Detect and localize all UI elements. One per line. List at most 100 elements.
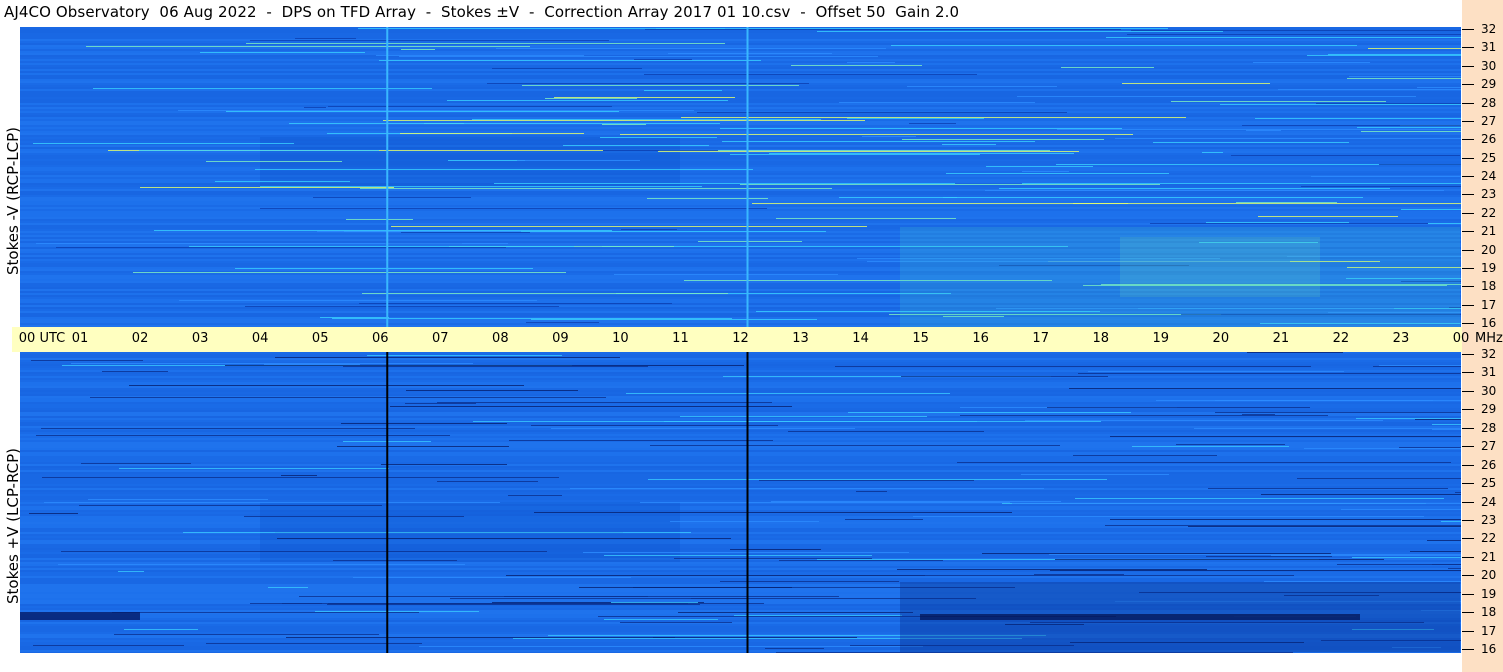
freq-tick [1462, 102, 1474, 104]
freq-tick [1462, 519, 1474, 521]
freq-label: 17 [1481, 623, 1497, 638]
freq-label: 24 [1481, 169, 1497, 183]
time-label: 16 [972, 331, 989, 346]
time-label: 12 [732, 331, 749, 346]
freq-label: 26 [1481, 132, 1497, 147]
freq-tick [1462, 464, 1474, 466]
freq-label: 22 [1481, 205, 1497, 220]
freq-tick [1462, 249, 1474, 251]
time-label: 14 [852, 331, 869, 346]
freq-label: 30 [1481, 58, 1497, 73]
freq-tick [1462, 194, 1474, 196]
freq-tick [1462, 286, 1474, 288]
freq-label: 31 [1481, 365, 1497, 380]
freq-label: 29 [1481, 402, 1497, 417]
freq-tick [1462, 390, 1474, 392]
time-label: 19 [1152, 331, 1170, 346]
freq-label: 21 [1481, 549, 1497, 564]
time-label: 08 [492, 331, 509, 346]
freq-tick [1462, 267, 1474, 269]
freq-tick [1462, 47, 1474, 49]
freq-label: 18 [1481, 279, 1497, 294]
window-title: AJ4CO Observatory 06 Aug 2022 - DPS on T… [4, 3, 960, 21]
mhz-unit-label: MHz [1475, 331, 1503, 346]
freq-tick [1462, 139, 1474, 141]
freq-label: 30 [1481, 383, 1497, 398]
freq-tick [1462, 630, 1474, 632]
time-label: 11 [672, 331, 689, 346]
freq-label: 26 [1481, 457, 1497, 472]
freq-tick [1462, 372, 1474, 374]
freq-tick [1462, 446, 1474, 448]
freq-label: 16 [1481, 642, 1497, 656]
freq-tick [1462, 29, 1474, 30]
freq-tick [1462, 612, 1474, 614]
freq-label: 21 [1481, 224, 1497, 239]
spectrogram-top-stokes-minus-v [20, 27, 1461, 327]
freq-label: 20 [1481, 568, 1497, 583]
freq-label: 17 [1481, 297, 1497, 312]
freq-label: 25 [1481, 150, 1497, 165]
freq-label: 29 [1481, 77, 1497, 92]
freq-tick [1462, 212, 1474, 214]
time-label: 18 [1092, 331, 1110, 346]
freq-label: 16 [1481, 316, 1497, 330]
freq-tick [1462, 323, 1474, 324]
freq-label: 27 [1481, 439, 1497, 454]
freq-tick [1462, 157, 1474, 159]
time-label-start: 00 UTC [18, 331, 66, 346]
freq-label: 23 [1481, 512, 1497, 527]
freq-tick [1462, 409, 1474, 411]
time-label: 22 [1332, 331, 1350, 346]
freq-tick [1462, 354, 1474, 355]
freq-tick [1462, 483, 1474, 485]
freq-label: 27 [1481, 113, 1497, 128]
freq-label: 23 [1481, 187, 1497, 202]
freq-tick [1462, 427, 1474, 429]
freq-tick [1462, 231, 1474, 233]
freq-tick [1462, 65, 1474, 67]
freq-label: 19 [1481, 586, 1497, 601]
freq-tick [1462, 593, 1474, 595]
spectrogram-top-image [20, 27, 1461, 327]
time-label: 20 [1212, 331, 1230, 346]
freq-label: 18 [1481, 605, 1497, 620]
freq-label: 31 [1481, 40, 1497, 55]
freq-label: 24 [1481, 494, 1497, 509]
freq-label: 25 [1481, 476, 1497, 491]
freq-label: 28 [1481, 95, 1497, 110]
top-panel-ylabel: Stokes -V (RCP-LCP) [4, 127, 22, 275]
freq-tick [1462, 84, 1474, 86]
freq-label: 32 [1481, 22, 1497, 36]
spectrogram-bottom-image [20, 352, 1461, 653]
time-label-end: 00 [1452, 331, 1470, 346]
freq-tick [1462, 538, 1474, 540]
time-label: 02 [131, 331, 149, 346]
spectrogram-bottom-stokes-plus-v [20, 352, 1461, 653]
freq-label: 22 [1481, 531, 1497, 546]
freq-tick [1462, 176, 1474, 177]
time-label: 07 [432, 331, 449, 346]
time-label: 09 [552, 331, 569, 346]
freq-tick [1462, 575, 1474, 577]
time-label: 21 [1272, 331, 1290, 346]
time-label: 10 [612, 331, 629, 346]
freq-tick [1462, 649, 1474, 650]
time-label: 13 [792, 331, 809, 346]
time-label: 04 [251, 331, 269, 346]
time-label: 17 [1032, 331, 1049, 346]
freq-label: 28 [1481, 420, 1497, 435]
freq-label: 20 [1481, 242, 1497, 257]
time-label: 03 [191, 331, 209, 346]
time-label: 06 [371, 331, 389, 346]
bottom-panel-ylabel: Stokes +V (LCP-RCP) [4, 448, 22, 604]
freq-label: 32 [1481, 347, 1497, 361]
freq-label: 19 [1481, 260, 1497, 275]
freq-tick [1462, 556, 1474, 558]
time-label: 23 [1392, 331, 1410, 346]
freq-tick [1462, 501, 1474, 503]
time-label: 01 [71, 331, 89, 346]
time-label: 05 [311, 331, 329, 346]
freq-tick [1462, 304, 1474, 306]
time-label: 15 [912, 331, 929, 346]
